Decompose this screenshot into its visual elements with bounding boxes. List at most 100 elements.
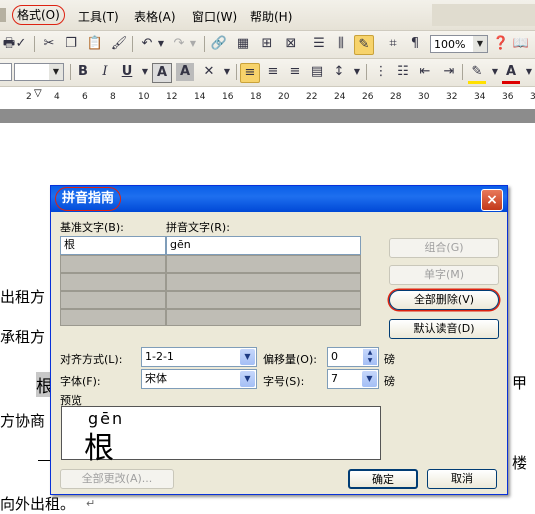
distributed-icon[interactable]: ▤ [308, 63, 326, 81]
undo-dropdown-icon[interactable]: ▼ [152, 35, 170, 53]
char-shading-icon[interactable]: A [176, 63, 194, 81]
tables-borders-icon[interactable]: ▦ [234, 35, 252, 53]
dialog-title-bar[interactable]: 拼音指南 × [51, 186, 507, 212]
chevron-down-icon[interactable]: ▼ [473, 36, 487, 52]
align-right-icon[interactable]: ≡ [286, 63, 304, 81]
ruler-margin-area [0, 109, 535, 123]
zoom-combo[interactable]: 100% ▼ [430, 35, 488, 53]
pinyin-text-input[interactable]: gēn [166, 236, 361, 255]
base-text-input[interactable]: 根 [60, 236, 166, 255]
doc-line[interactable]: 方协商 [0, 410, 45, 431]
help-icon[interactable]: ❓ [492, 35, 510, 53]
pinyin-text-input[interactable] [166, 273, 361, 291]
redo-dropdown-icon[interactable]: ▼ [184, 35, 202, 53]
menu-tools[interactable]: 工具(T) [78, 8, 119, 25]
ruler-tick-label: 6 [82, 92, 88, 102]
decrease-indent-icon[interactable]: ⇤ [416, 63, 434, 81]
char-border-icon[interactable]: A [152, 63, 172, 83]
phonetic-guide-dialog: 拼音指南 × 基准文字(B): 拼音文字(R): 根 gēn 组合(G) 单字(… [50, 185, 508, 495]
ok-button[interactable]: 确定 [348, 469, 418, 489]
pinyin-text-input[interactable] [166, 291, 361, 309]
align-center-icon[interactable]: ≡ [264, 63, 282, 81]
ruler-tick-label: 2 [26, 92, 32, 102]
base-text-input[interactable] [60, 309, 166, 326]
chevron-down-icon[interactable]: ▼ [240, 371, 255, 387]
offset-input[interactable]: 0 ▲ ▼ [327, 347, 379, 367]
base-text-input[interactable] [60, 291, 166, 309]
remove-all-button[interactable]: 全部删除(V) [389, 290, 499, 310]
document-map-icon[interactable]: ✎ [354, 35, 374, 55]
paste-icon[interactable]: 📋 [86, 35, 104, 53]
cut-icon[interactable]: ✂ [40, 35, 58, 53]
font-color-dropdown-icon[interactable]: ▼ [520, 63, 535, 81]
group-button[interactable]: 组合(G) [389, 238, 499, 258]
cancel-button[interactable]: 取消 [427, 469, 497, 489]
increase-indent-icon[interactable]: ⇥ [440, 63, 458, 81]
default-reading-button[interactable]: 默认读音(D) [389, 319, 499, 339]
pinyin-text-input[interactable] [166, 309, 361, 326]
doc-line[interactable]: 向外出租。 [0, 493, 75, 514]
font-size-combo[interactable]: ▼ [14, 63, 64, 81]
alignment-select[interactable]: 1-2-1 ▼ [141, 347, 257, 367]
chevron-down-icon[interactable]: ▼ [240, 349, 255, 365]
bullets-icon[interactable]: ☷ [394, 63, 412, 81]
base-text-input[interactable] [60, 273, 166, 291]
numbering-icon[interactable]: ⋮ [372, 63, 390, 81]
doc-line[interactable]: 承租方 [0, 326, 45, 347]
char-scaling-icon[interactable]: ✕ [200, 63, 218, 81]
font-label: 字体(F): [60, 375, 101, 388]
pinyin-text-label: 拼音文字(R): [166, 221, 230, 234]
format-painter-icon[interactable]: 🖌 [110, 35, 128, 53]
show-hide-icon[interactable]: ⌗ [384, 35, 402, 53]
menu-help[interactable]: 帮助(H) [250, 8, 292, 25]
align-justify-icon[interactable]: ≡ [240, 63, 260, 83]
indent-marker-icon[interactable]: ▽ [34, 88, 42, 99]
font-color-icon[interactable]: A [502, 63, 520, 84]
doc-fragment[interactable]: 楼 [512, 452, 527, 473]
italic-icon[interactable]: I [96, 63, 114, 81]
copy-icon[interactable]: ❐ [62, 35, 80, 53]
columns-icon[interactable]: ☰ [310, 35, 328, 53]
drawing-icon[interactable]: ⫼ [332, 35, 350, 53]
spinner-icon[interactable]: ▲ ▼ [363, 349, 377, 365]
close-button[interactable]: × [481, 189, 503, 211]
highlight-icon[interactable]: ✎ [468, 63, 486, 84]
chevron-down-icon[interactable]: ▼ [362, 371, 377, 387]
menu-window[interactable]: 窗口(W) [192, 8, 237, 25]
doc-line[interactable]: 出租方 [0, 286, 45, 307]
doc-fragment[interactable]: 甲 [512, 372, 527, 393]
bold-icon[interactable]: B [74, 63, 92, 81]
size-select[interactable]: 7 ▼ [327, 369, 379, 389]
font-select[interactable]: 宋体 ▼ [141, 369, 257, 389]
chevron-down-icon[interactable]: ▼ [49, 64, 63, 80]
style-combo[interactable] [0, 63, 12, 81]
horizontal-ruler[interactable]: ▽ 2468101214161820222426283032343638 [0, 87, 535, 110]
line-spacing-icon[interactable]: ↕ [330, 63, 348, 81]
line-spacing-dropdown-icon[interactable]: ▼ [348, 63, 366, 81]
size-label: 字号(S): [263, 375, 305, 388]
base-text-input[interactable] [60, 255, 166, 273]
ruler-tick-label: 10 [138, 92, 150, 102]
ruler-tick-label: 12 [166, 92, 178, 102]
pinyin-text-input[interactable] [166, 255, 361, 273]
insert-excel-icon[interactable]: ⊠ [282, 35, 300, 53]
underline-icon[interactable]: U [118, 63, 136, 81]
menu-table[interactable]: 表格(A) [134, 8, 176, 25]
offset-value: 0 [331, 350, 338, 363]
menu-format[interactable]: 格式(O) [12, 5, 65, 25]
ruler-tick-label: 38 [530, 92, 535, 102]
alignment-value: 1-2-1 [145, 350, 174, 363]
dialog-title: 拼音指南 [55, 187, 122, 211]
hyperlink-icon[interactable]: 🔗 [210, 35, 228, 53]
char-scaling-dropdown-icon[interactable]: ▼ [218, 63, 236, 81]
paragraph-mark-icon[interactable]: ¶ [406, 35, 424, 53]
insert-table-icon[interactable]: ⊞ [258, 35, 276, 53]
change-all-button[interactable]: 全部更改(A)... [60, 469, 174, 489]
ruler-tick-label: 4 [54, 92, 60, 102]
toolbar-separator [34, 36, 35, 52]
ruler-tick-label: 24 [334, 92, 346, 102]
spelling-icon[interactable]: ✓ [12, 35, 30, 53]
single-char-button[interactable]: 单字(M) [389, 265, 499, 285]
font-value: 宋体 [145, 372, 167, 385]
read-mode-icon[interactable]: 📖 [512, 35, 530, 53]
